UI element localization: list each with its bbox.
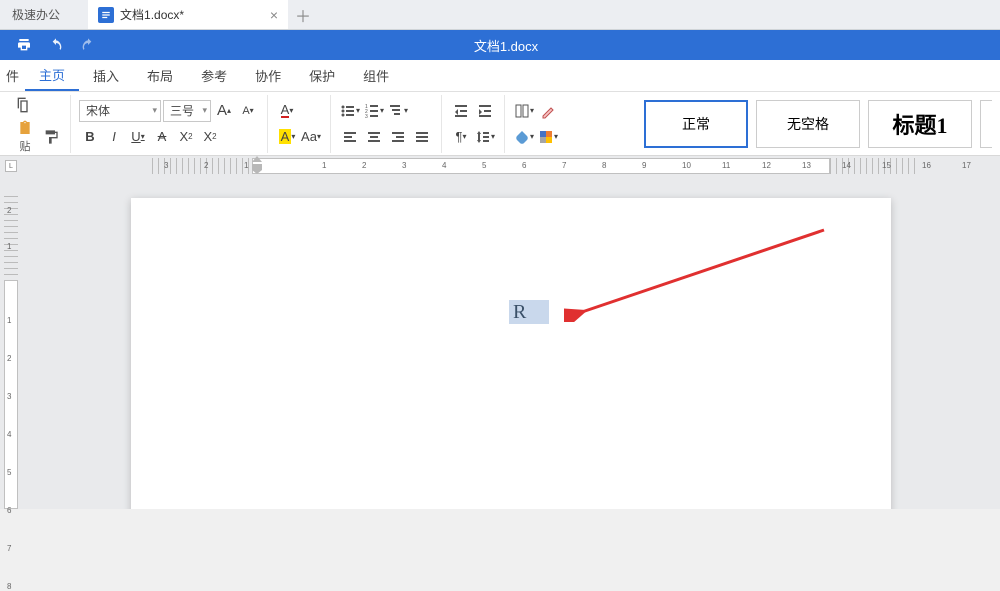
file-menu[interactable]: 件 [0, 60, 25, 91]
title-bar: 文档1.docx [0, 30, 1000, 60]
line-spacing-button[interactable]: ▾ [474, 126, 496, 148]
ruler-corner[interactable]: L [0, 156, 22, 176]
document-page[interactable]: R [131, 198, 891, 509]
font-size-combo[interactable]: 三号 [163, 100, 211, 122]
horizontal-ruler-row: L 3211234567891011121314151617 [0, 156, 1000, 176]
redo-button[interactable] [74, 33, 102, 57]
paste-button[interactable]: 贴 [12, 120, 38, 154]
font-name-combo[interactable]: 宋体 [79, 100, 161, 122]
menu-home[interactable]: 主页 [25, 60, 79, 91]
indent-group: ¶ ▾ ▾ [442, 95, 505, 153]
ribbon: 贴 宋体 三号 A▴ A▾ B I U ▾ A X2 X2 A ▾ A ▾ [0, 92, 1000, 156]
document-icon [98, 7, 114, 23]
numbering-button[interactable]: 123▾ [363, 100, 385, 122]
bold-button[interactable]: B [79, 126, 101, 148]
subscript-button[interactable]: X2 [199, 126, 221, 148]
undo-button[interactable] [42, 33, 70, 57]
window-title: 文档1.docx [102, 36, 1000, 55]
clipboard-group: 贴 [4, 95, 71, 153]
italic-button[interactable]: I [103, 126, 125, 148]
tab-strip: 极速办公 文档1.docx* × ＋ [0, 0, 1000, 30]
list-group: ▾ 123▾ ▾ [331, 95, 442, 153]
shrink-font-button[interactable]: A▾ [237, 100, 259, 122]
page-scroll-area[interactable]: R [22, 176, 1000, 509]
align-left-button[interactable] [339, 126, 361, 148]
workspace: 2112345678 R [0, 176, 1000, 509]
font-group: 宋体 三号 A▴ A▾ B I U ▾ A X2 X2 [71, 95, 268, 153]
menu-insert[interactable]: 插入 [79, 60, 133, 91]
style-no-spacing[interactable]: 无空格 [756, 100, 860, 148]
document-tab-label: 文档1.docx* [120, 6, 184, 23]
style-normal[interactable]: 正常 [644, 100, 748, 148]
insert-mini-group: ▾ ▾ ▾ [505, 95, 567, 153]
app-tab[interactable]: 极速办公 [0, 0, 88, 29]
document-tab[interactable]: 文档1.docx* × [88, 0, 288, 29]
superscript-button[interactable]: X2 [175, 126, 197, 148]
shading-button[interactable]: ▾ [513, 126, 535, 148]
menu-protect[interactable]: 保护 [295, 60, 349, 91]
new-tab-button[interactable]: ＋ [288, 0, 318, 29]
decrease-indent-button[interactable] [450, 100, 472, 122]
print-button[interactable] [10, 33, 38, 57]
align-center-button[interactable] [363, 126, 385, 148]
close-tab-icon[interactable]: × [270, 7, 278, 23]
pagecolor-button[interactable]: ▾ [537, 126, 559, 148]
bullets-button[interactable]: ▾ [339, 100, 361, 122]
menu-layout[interactable]: 布局 [133, 60, 187, 91]
first-line-indent-marker[interactable] [252, 156, 262, 174]
pilcrow-button[interactable]: ¶ ▾ [450, 126, 472, 148]
increase-indent-button[interactable] [474, 100, 496, 122]
columns-button[interactable]: ▾ [513, 100, 535, 122]
underline-button[interactable]: U ▾ [127, 126, 149, 148]
clear-formatting-button[interactable] [537, 100, 559, 122]
menu-references[interactable]: 参考 [187, 60, 241, 91]
vertical-ruler[interactable]: 2112345678 [0, 176, 22, 509]
styles-gallery: 正常 无空格 标题1 [640, 100, 996, 148]
ruler-corner-label: L [5, 160, 17, 172]
format-painter-button[interactable] [40, 126, 62, 148]
grow-font-button[interactable]: A▴ [213, 100, 235, 122]
ruler-ticks: 3211234567891011121314151617 [152, 158, 920, 174]
style-more[interactable] [980, 100, 992, 148]
selected-text[interactable]: R [509, 300, 549, 324]
font-color-button[interactable]: A ▾ [276, 100, 298, 122]
align-right-button[interactable] [387, 126, 409, 148]
svg-text:3: 3 [365, 114, 368, 119]
quick-access-toolbar [0, 33, 102, 57]
copy-button[interactable] [12, 94, 34, 116]
align-justify-button[interactable] [411, 126, 433, 148]
multilevel-list-button[interactable]: ▾ [387, 100, 409, 122]
style-heading1[interactable]: 标题1 [868, 100, 972, 148]
font-color-group: A ▾ A ▾ Aa▾ [268, 95, 331, 153]
highlight-button[interactable]: A ▾ [276, 126, 298, 148]
menu-collaborate[interactable]: 协作 [241, 60, 295, 91]
strikethrough-button[interactable]: A [151, 126, 173, 148]
menu-plugins[interactable]: 组件 [349, 60, 403, 91]
paste-label: 贴 [20, 138, 31, 154]
change-case-button[interactable]: Aa▾ [300, 126, 322, 148]
menu-bar: 件 主页 插入 布局 参考 协作 保护 组件 [0, 60, 1000, 92]
